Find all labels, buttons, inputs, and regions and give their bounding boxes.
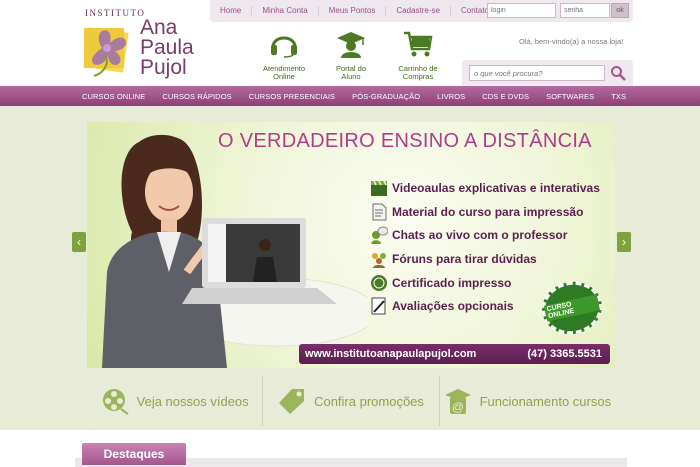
tag-icon	[279, 389, 305, 414]
svg-text:@: @	[451, 400, 463, 414]
document-icon	[372, 203, 387, 221]
nav-online-courses[interactable]: CURSOS ONLINE	[82, 92, 145, 101]
main-navigation: CURSOS ONLINE CURSOS RÁPIDOS CURSOS PRES…	[0, 86, 700, 106]
cart-icon	[404, 31, 433, 57]
film-reel-icon	[102, 389, 129, 415]
topnav-my-points-link[interactable]: Meus Pontos	[319, 6, 387, 16]
banner-feature-text: Certificado impresso	[392, 275, 512, 290]
banner-feature: Videoaulas explicativas e interativas	[370, 176, 600, 200]
logo-name-line: Paula	[140, 36, 194, 59]
banner-feature: Material do curso para impressão	[370, 200, 600, 224]
login-input[interactable]	[487, 3, 556, 18]
nav-cds-dvds[interactable]: CDS E DVDS	[482, 92, 529, 101]
exam-pencil-icon	[371, 297, 386, 315]
password-input[interactable]	[560, 3, 610, 18]
action-links: Veja nossos vídeos Confira promoções @ F…	[87, 376, 615, 426]
banner-phone: (47) 3365.5531	[527, 348, 602, 360]
banner-title: O VERDADEIRO ENSINO A DISTÂNCIA	[218, 130, 592, 152]
welcome-greeting: Olá, bem-vindo(a) a nossa loja!	[519, 37, 624, 46]
quick-link-student-portal[interactable]: Portal do Aluno	[316, 30, 386, 81]
graduate-icon	[337, 32, 365, 58]
course-operation-link[interactable]: @ Funcionamento cursos	[440, 376, 615, 426]
search-bar	[462, 60, 633, 86]
hero-banner[interactable]: O VERDADEIRO ENSINO A DISTÂNCIA Videoaul…	[87, 122, 615, 368]
quick-link-label-line: Aluno	[341, 72, 361, 81]
woman-with-laptop-illustration	[102, 134, 367, 368]
logo-name: Ana Paula Pujol	[140, 16, 194, 79]
videos-link[interactable]: Veja nossos vídeos	[87, 376, 264, 426]
search-input[interactable]	[469, 65, 605, 81]
videos-link-label: Veja nossos vídeos	[136, 393, 249, 409]
graduate-at-icon: @	[444, 389, 471, 414]
video-clapper-icon	[371, 180, 387, 196]
course-operation-link-label: Funcionamento cursos	[479, 393, 612, 409]
quick-link-label-line: Compras	[402, 72, 434, 81]
site-logo[interactable]: INSTITUTO Ana Paula Pujol	[80, 8, 200, 82]
nav-quick-courses[interactable]: CURSOS RÁPIDOS	[162, 92, 231, 101]
top-navigation: Home Minha Conta Meus Pontos Cadastre-se…	[210, 0, 499, 22]
forum-users-icon	[372, 252, 386, 268]
quick-link-cart[interactable]: Carrinho de Compras	[383, 30, 453, 81]
banner-feature-text: Avaliações opcionais	[392, 299, 514, 314]
quick-link-label-line: Online	[273, 72, 295, 81]
nav-softwares[interactable]: SOFTWARES	[546, 92, 594, 101]
site-header: INSTITUTO Ana Paula Pujol Home Minha Con…	[0, 0, 700, 86]
highlights-tab[interactable]: Destaques	[82, 443, 186, 465]
topnav-register-link[interactable]: Cadastre-se	[386, 6, 451, 16]
chat-users-icon	[371, 226, 388, 245]
login-ok-button[interactable]: ok	[611, 3, 629, 18]
logo-name-line: Pujol	[140, 56, 187, 79]
search-icon[interactable]	[610, 65, 626, 81]
nav-books[interactable]: LIVROS	[437, 92, 465, 101]
banner-feature-text: Fóruns para tirar dúvidas	[392, 251, 537, 266]
certificate-seal-icon	[371, 274, 387, 291]
slider-next-arrow[interactable]: ›	[617, 232, 631, 252]
banner-website-url: www.institutoanapaulapujol.com	[305, 348, 477, 360]
slider-prev-arrow[interactable]: ‹	[72, 232, 86, 252]
banner-feature-text: Videoaulas explicativas e interativas	[392, 180, 600, 195]
logo-name-line: Ana	[140, 16, 178, 39]
banner-contact-bar: www.institutoanapaulapujol.com (47) 3365…	[299, 344, 610, 364]
quick-link-support[interactable]: Atendimento Online	[249, 30, 319, 81]
nav-in-person-courses[interactable]: CURSOS PRESENCIAIS	[249, 92, 335, 101]
banner-feature: Chats ao vivo com o professor	[370, 223, 600, 247]
quick-link-label: Carrinho de Compras	[383, 65, 453, 81]
online-course-seal-text: CURSO ONLINE	[543, 294, 601, 322]
topnav-home-link[interactable]: Home	[210, 6, 253, 16]
quick-link-label: Atendimento Online	[249, 65, 319, 81]
promotions-link[interactable]: Confira promoções	[263, 376, 440, 426]
banner-feature-text: Material do curso para impressão	[392, 204, 584, 219]
nav-postgraduate[interactable]: PÓS-GRADUAÇÃO	[352, 92, 420, 101]
promotions-link-label: Confira promoções	[314, 393, 424, 409]
banner-feature: Fóruns para tirar dúvidas	[370, 247, 600, 271]
quick-link-label: Portal do Aluno	[316, 65, 386, 81]
nav-txs[interactable]: TXS	[611, 92, 626, 101]
hero-stage: ‹ › O VERDADEIRO ENSINO A DISTÂNCIA Vide…	[0, 106, 700, 430]
banner-feature-text: Chats ao vivo com o professor	[392, 228, 568, 243]
headset-icon	[271, 36, 297, 58]
logo-institute-text: INSTITUTO	[85, 8, 146, 18]
topnav-my-account-link[interactable]: Minha Conta	[252, 6, 319, 16]
top-bar: Home Minha Conta Meus Pontos Cadastre-se…	[210, 0, 633, 22]
flower-logo-icon	[83, 27, 129, 77]
